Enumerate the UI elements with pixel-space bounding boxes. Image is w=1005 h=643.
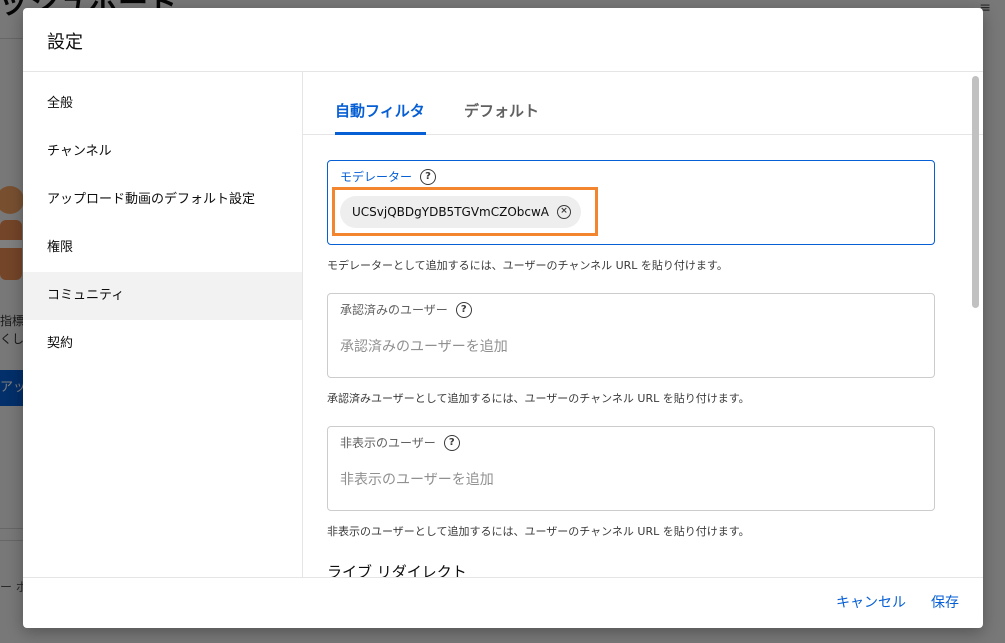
dialog-body: 全般 チャンネル アップロード動画のデフォルト設定 権限 コミュニティ 契約 自…	[23, 72, 983, 577]
dialog-title: 設定	[47, 32, 83, 53]
sidebar-item-channel[interactable]: チャンネル	[23, 128, 302, 176]
tab-defaults[interactable]: デフォルト	[464, 100, 539, 121]
save-button[interactable]: 保存	[931, 592, 959, 612]
sidebar-item-permissions[interactable]: 権限	[23, 224, 302, 272]
content-scrollbar[interactable]	[972, 76, 979, 308]
active-tab-indicator	[335, 132, 426, 135]
help-icon[interactable]: ?	[420, 168, 437, 185]
sidebar-item-agreements[interactable]: 契約	[23, 320, 302, 368]
settings-dialog: 設定 全般 チャンネル アップロード動画のデフォルト設定 権限 コミュニティ 契…	[23, 8, 983, 628]
hidden-users-field[interactable]: 非表示のユーザー ? 非表示のユーザーを追加	[327, 426, 935, 511]
hidden-users-label-text: 非表示のユーザー	[340, 436, 436, 450]
settings-sidebar: 全般 チャンネル アップロード動画のデフォルト設定 権限 コミュニティ 契約	[23, 72, 303, 577]
hidden-users-hint: 非表示のユーザーとして追加するには、ユーザーのチャンネル URL を貼り付けます…	[327, 525, 750, 538]
help-icon[interactable]: ?	[455, 301, 472, 318]
moderators-label: モデレーター ?	[340, 168, 437, 185]
cancel-button[interactable]: キャンセル	[836, 592, 906, 612]
sidebar-item-upload-defaults[interactable]: アップロード動画のデフォルト設定	[23, 176, 302, 224]
live-redirect-heading: ライブ リダイレクト	[327, 563, 467, 577]
dialog-footer: キャンセル 保存	[23, 577, 983, 628]
tab-bar: 自動フィルタ デフォルト	[303, 72, 983, 135]
highlight-annotation	[332, 187, 598, 236]
sidebar-item-community[interactable]: コミュニティ	[23, 272, 302, 320]
approved-users-placeholder: 承認済みのユーザーを追加	[340, 339, 508, 355]
hidden-users-label: 非表示のユーザー ?	[340, 434, 460, 451]
help-icon[interactable]: ?	[443, 434, 460, 451]
approved-users-label-text: 承認済みのユーザー	[340, 303, 448, 317]
moderators-label-text: モデレーター	[340, 170, 413, 184]
moderators-hint: モデレーターとして追加するには、ユーザーのチャンネル URL を貼り付けます。	[327, 259, 728, 272]
dialog-header: 設定	[23, 8, 983, 72]
settings-content: 自動フィルタ デフォルト モデレーター ? UCSvjQBDgYDB5TGVmC…	[303, 72, 983, 577]
approved-users-label: 承認済みのユーザー ?	[340, 301, 472, 318]
hidden-users-placeholder: 非表示のユーザーを追加	[340, 472, 494, 488]
sidebar-item-general[interactable]: 全般	[23, 80, 302, 128]
approved-users-field[interactable]: 承認済みのユーザー ? 承認済みのユーザーを追加	[327, 293, 935, 378]
approved-users-hint: 承認済みユーザーとして追加するには、ユーザーのチャンネル URL を貼り付けます…	[327, 392, 750, 405]
tab-automated-filters[interactable]: 自動フィルタ	[335, 100, 425, 121]
moderators-field[interactable]: モデレーター ? UCSvjQBDgYDB5TGVmCZObcwA ×	[327, 160, 935, 245]
